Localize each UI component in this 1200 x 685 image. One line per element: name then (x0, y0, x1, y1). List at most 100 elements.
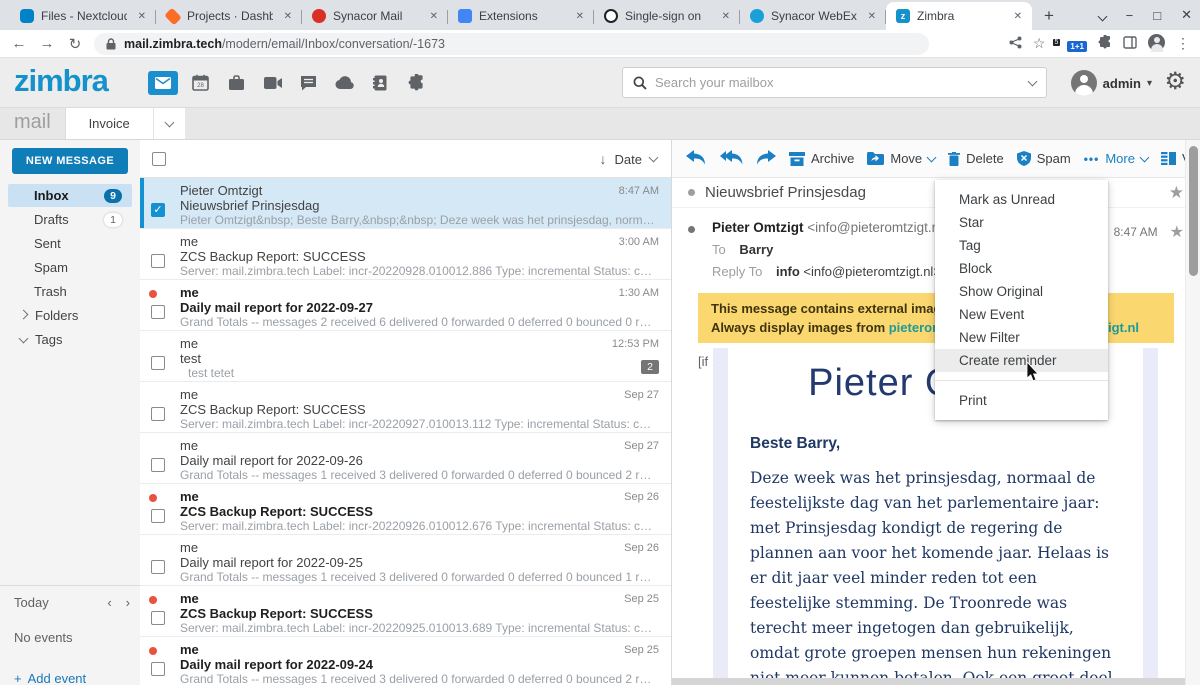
row-checkbox[interactable] (151, 254, 165, 268)
tab-close-icon[interactable]: ✕ (280, 9, 296, 24)
menu-item-print[interactable]: Print (935, 389, 1108, 412)
new-message-button[interactable]: NEW MESSAGE (12, 148, 128, 174)
move-button[interactable]: Move (867, 151, 935, 166)
extensions-puzzle-icon[interactable] (1098, 35, 1112, 52)
forward-button[interactable]: → (38, 35, 56, 52)
sidebar-item-tags[interactable]: Tags (8, 328, 132, 351)
browser-tab-webex[interactable]: Synacor WebEx Enter... ✕ (740, 2, 886, 30)
menu-item-new-event[interactable]: New Event (935, 303, 1108, 326)
cloud-app-icon[interactable] (332, 71, 358, 95)
delete-button[interactable]: Delete (948, 151, 1004, 166)
reply-all-button[interactable] (719, 150, 743, 168)
row-checkbox[interactable] (151, 356, 165, 370)
tab-close-icon[interactable]: ✕ (864, 9, 880, 24)
tab-close-icon[interactable]: ✕ (718, 9, 734, 24)
window-close-button[interactable]: ✕ (1181, 7, 1192, 23)
menu-item-create-reminder[interactable]: Create reminder (935, 349, 1108, 372)
tab-close-icon[interactable]: ✕ (572, 9, 588, 24)
menu-item-new-filter[interactable]: New Filter (935, 326, 1108, 349)
browser-menu-icon[interactable]: ⋮ (1176, 35, 1190, 52)
scrollbar-thumb[interactable] (1189, 146, 1198, 276)
reload-button[interactable]: ↻ (66, 35, 84, 53)
tab-search-icon[interactable] (1099, 8, 1106, 23)
settings-gear-icon[interactable]: ⚙ (1164, 68, 1186, 96)
browser-tab-synacor-mail[interactable]: Synacor Mail ✕ (302, 2, 448, 30)
menu-item-show-original[interactable]: Show Original (935, 280, 1108, 303)
list-item[interactable]: me test test tetet 12:53 PM 2 (140, 331, 671, 382)
row-checkbox[interactable]: ✓ (151, 203, 165, 217)
search-input[interactable] (655, 75, 1021, 90)
row-checkbox[interactable] (151, 611, 165, 625)
browser-tab-zimbra[interactable]: z Zimbra ✕ (886, 2, 1032, 30)
list-item[interactable]: me Daily mail report for 2022-09-25 Gran… (140, 535, 671, 586)
menu-item-tag[interactable]: Tag (935, 234, 1108, 257)
browser-tab-nextcloud[interactable]: Files - Nextcloud ✕ (10, 2, 156, 30)
archive-button[interactable]: Archive (789, 151, 854, 166)
mail-app-icon[interactable] (148, 71, 178, 95)
row-checkbox[interactable] (151, 407, 165, 421)
chat-app-icon[interactable] (296, 71, 322, 95)
menu-item-mark-as-unread[interactable]: Mark as Unread (935, 188, 1108, 211)
back-button[interactable]: ← (10, 35, 28, 52)
tab-close-icon[interactable]: ✕ (134, 9, 150, 24)
video-app-icon[interactable] (260, 71, 286, 95)
vertical-scrollbar[interactable] (1185, 140, 1200, 685)
list-item[interactable]: me ZCS Backup Report: SUCCESS Server: ma… (140, 382, 671, 433)
list-item[interactable]: me Daily mail report for 2022-09-27 Gran… (140, 280, 671, 331)
share-icon[interactable] (1009, 36, 1022, 52)
sort-direction-icon[interactable]: ↓ (600, 151, 607, 167)
sort-control[interactable]: ↓ Date (600, 151, 657, 167)
forward-button[interactable] (756, 150, 776, 168)
search-scope-chevron-icon[interactable] (1028, 76, 1038, 86)
select-all-checkbox[interactable] (152, 152, 166, 166)
tab-close-icon[interactable]: ✕ (1010, 9, 1026, 24)
browser-tab-projects[interactable]: Projects · Dashboard ✕ (156, 2, 302, 30)
integrations-puzzle-app-icon[interactable] (404, 71, 430, 95)
sidebar-item-trash[interactable]: Trash (8, 280, 132, 303)
spam-button[interactable]: Spam (1017, 151, 1071, 166)
window-minimize-button[interactable]: − (1126, 8, 1134, 23)
bookmark-star-icon[interactable]: ☆ (1033, 35, 1046, 52)
browser-tab-extensions[interactable]: Extensions ✕ (448, 2, 594, 30)
url-omnibox[interactable]: mail.zimbra.tech/modern/email/Inbox/conv… (94, 33, 929, 55)
sidebar-item-drafts[interactable]: Drafts 1 (8, 208, 132, 231)
menu-item-star[interactable]: Star (935, 211, 1108, 234)
list-item[interactable]: me Daily mail report for 2022-09-24 Gran… (140, 637, 671, 685)
add-event-button[interactable]: + Add event (14, 671, 130, 685)
calendar-app-icon[interactable]: 28 (188, 71, 214, 95)
row-checkbox[interactable] (151, 458, 165, 472)
tab-close-icon[interactable]: ✕ (426, 9, 442, 24)
list-item[interactable]: me ZCS Backup Report: SUCCESS Server: ma… (140, 484, 671, 535)
conversation-star-icon[interactable]: ★ (1169, 183, 1184, 203)
more-button[interactable]: ••• More (1084, 151, 1148, 166)
browser-tab-sso[interactable]: Single-sign on ✕ (594, 2, 740, 30)
list-item[interactable]: me ZCS Backup Report: SUCCESS Server: ma… (140, 229, 671, 280)
tab-invoice[interactable]: Invoice (65, 108, 153, 139)
new-tab-button[interactable]: + (1038, 6, 1060, 26)
side-panel-icon[interactable] (1123, 36, 1137, 52)
sidebar-item-spam[interactable]: Spam (8, 256, 132, 279)
list-item[interactable]: me Daily mail report for 2022-09-26 Gran… (140, 433, 671, 484)
sidebar-item-sent[interactable]: Sent (8, 232, 132, 255)
user-menu[interactable]: admin ▾ (1071, 70, 1152, 96)
row-checkbox[interactable] (151, 560, 165, 574)
list-item[interactable]: ✓ Pieter Omtzigt Nieuwsbrief Prinsjesdag… (140, 178, 671, 229)
browser-profile-avatar[interactable] (1148, 34, 1165, 54)
contacts-app-icon[interactable] (368, 71, 394, 95)
row-checkbox[interactable] (151, 662, 165, 676)
browser-tab-strip: Files - Nextcloud ✕ Projects · Dashboard… (0, 0, 1200, 30)
sidebar-item-folders[interactable]: Folders (8, 304, 132, 327)
calendar-next-icon[interactable]: › (126, 595, 130, 610)
reply-button[interactable] (686, 150, 706, 168)
window-maximize-button[interactable]: □ (1153, 8, 1161, 23)
calendar-prev-icon[interactable]: ‹ (107, 595, 111, 610)
sidebar-item-inbox[interactable]: Inbox 9 (8, 184, 132, 207)
list-item[interactable]: me ZCS Backup Report: SUCCESS Server: ma… (140, 586, 671, 637)
message-star-icon[interactable]: ★ (1170, 222, 1184, 242)
password-extension-icon[interactable]: 1+1 (1067, 36, 1087, 52)
tab-list-chevron[interactable] (153, 108, 185, 139)
briefcase-app-icon[interactable] (224, 71, 250, 95)
row-checkbox[interactable] (151, 305, 165, 319)
menu-item-block[interactable]: Block (935, 257, 1108, 280)
row-checkbox[interactable] (151, 509, 165, 523)
